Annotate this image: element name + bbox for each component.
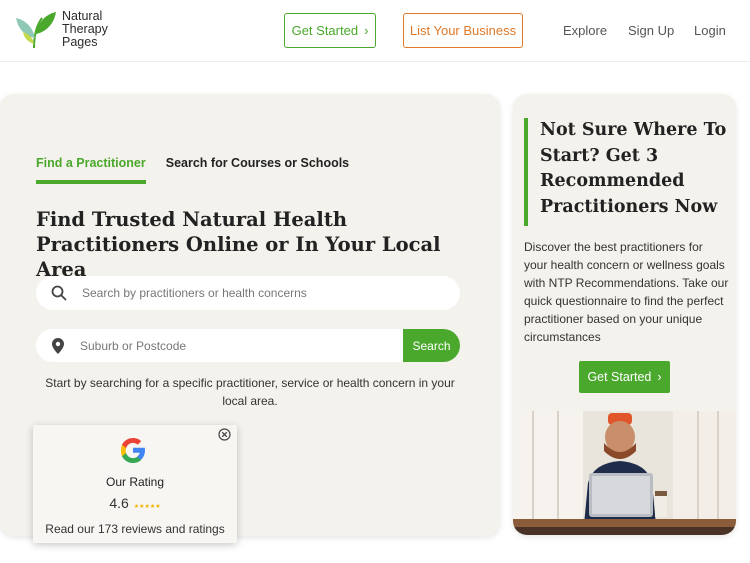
logo-line-3: Pages: [62, 34, 98, 49]
rating-title: Our Rating: [105, 475, 165, 489]
chevron-right-icon: ›: [364, 23, 369, 38]
rating-score-row: 4.6 ★★★★★: [33, 495, 237, 511]
google-g-icon: [118, 435, 148, 470]
site-logo[interactable]: Natural Therapy Pages: [14, 8, 122, 50]
practitioner-search-input[interactable]: Search by practitioners or health concer…: [36, 276, 460, 310]
list-your-business-button[interactable]: List Your Business: [403, 13, 523, 48]
recommendation-card: Not Sure Where To Start? Get 3 Recommend…: [513, 94, 736, 535]
close-icon[interactable]: [218, 428, 231, 446]
nav-explore-link[interactable]: Explore: [563, 23, 607, 38]
tab-find-practitioner[interactable]: Find a Practitioner: [36, 156, 146, 184]
nav-login-link[interactable]: Login: [694, 23, 726, 38]
search-input-placeholder: Search by practitioners or health concer…: [82, 286, 307, 300]
search-helper-text: Start by searching for a specific practi…: [45, 376, 455, 408]
logo-line-1: Natural: [62, 8, 103, 23]
location-pin-icon: [36, 337, 80, 354]
header-get-started-button[interactable]: Get Started ›: [284, 13, 376, 48]
get-started-label: Get Started: [291, 23, 359, 38]
recommendation-description: Discover the best practitioners for your…: [524, 240, 729, 344]
recommendation-get-started-button[interactable]: Get Started ›: [579, 361, 670, 393]
reviews-link[interactable]: Read our 173 reviews and ratings: [33, 522, 237, 536]
nav-signup-link[interactable]: Sign Up: [628, 23, 674, 38]
search-icon: [36, 285, 82, 301]
search-headline: Find Trusted Natural Health Practitioner…: [36, 208, 441, 281]
logo-text: Natural Therapy Pages: [62, 8, 122, 49]
logo-leaf-icon: [16, 12, 56, 49]
location-search-field: Suburb or Postcode Search: [36, 329, 460, 362]
star-rating-icon: ★★★★★: [133, 504, 161, 510]
tab-courses-schools[interactable]: Search for Courses or Schools: [166, 156, 349, 184]
site-header: Natural Therapy Pages Get Started › List…: [0, 0, 750, 62]
rc-button-label: Get Started: [587, 370, 652, 384]
list-business-label: List Your Business: [409, 23, 517, 38]
search-button[interactable]: Search: [403, 329, 460, 362]
recommendation-title: Not Sure Where To Start? Get 3 Recommend…: [540, 120, 727, 217]
search-tabs: Find a Practitioner Search for Courses o…: [36, 156, 349, 184]
chevron-right-icon: ›: [657, 370, 662, 384]
rating-score: 4.6: [109, 495, 129, 511]
man-with-laptop-photo: [513, 411, 736, 535]
logo-line-2: Therapy: [62, 21, 108, 36]
accent-bar: [524, 118, 528, 226]
google-rating-badge[interactable]: Our Rating 4.6 ★★★★★ Read our 173 review…: [33, 425, 237, 543]
location-input[interactable]: Suburb or Postcode: [80, 339, 403, 353]
